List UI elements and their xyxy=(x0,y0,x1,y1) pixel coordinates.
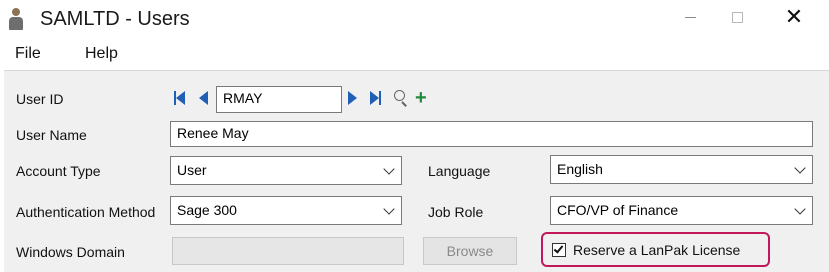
zoom-finder-icon[interactable] xyxy=(393,90,409,107)
user-id-field[interactable]: RMAY xyxy=(216,86,342,113)
title-bar: SAMLTD - Users ✕ xyxy=(0,0,829,38)
maximize-button[interactable] xyxy=(714,0,760,34)
menu-help[interactable]: Help xyxy=(85,45,118,63)
maximize-icon xyxy=(731,11,743,23)
browse-button: Browse xyxy=(423,237,517,265)
user-name-label: User Name xyxy=(16,127,87,143)
auth-method-label: Authentication Method xyxy=(16,204,156,220)
account-type-value: User xyxy=(177,162,207,178)
auth-method-select[interactable]: Sage 300 xyxy=(170,196,402,225)
chevron-down-icon xyxy=(383,203,395,215)
chevron-down-icon xyxy=(794,203,806,215)
language-select[interactable]: English xyxy=(550,155,813,184)
previous-record-icon[interactable] xyxy=(199,91,208,105)
chevron-down-icon xyxy=(794,162,806,174)
user-id-label: User ID xyxy=(16,91,64,107)
windows-domain-field xyxy=(172,237,404,265)
account-type-select[interactable]: User xyxy=(170,156,402,185)
reserve-license-checkbox[interactable] xyxy=(552,243,566,257)
language-label: Language xyxy=(428,163,491,179)
chevron-down-icon xyxy=(383,163,395,175)
job-role-select[interactable]: CFO/VP of Finance xyxy=(550,196,813,225)
checkmark-icon xyxy=(553,243,564,254)
next-record-icon[interactable] xyxy=(348,91,357,105)
account-type-label: Account Type xyxy=(16,163,101,179)
add-new-icon[interactable]: + xyxy=(415,88,427,108)
menu-file[interactable]: File xyxy=(15,45,41,63)
minimize-button[interactable] xyxy=(667,0,713,34)
language-value: English xyxy=(557,161,603,177)
user-name-field[interactable]: Renee May xyxy=(170,121,813,147)
minimize-icon xyxy=(684,16,696,18)
auth-method-value: Sage 300 xyxy=(177,202,237,218)
last-record-icon[interactable] xyxy=(370,91,381,105)
job-role-label: Job Role xyxy=(428,204,484,220)
menu-bar: File Help xyxy=(0,40,829,68)
reserve-license-label[interactable]: Reserve a LanPak License xyxy=(573,242,740,258)
windows-domain-label: Windows Domain xyxy=(16,244,125,260)
user-app-icon xyxy=(9,8,23,32)
close-icon: ✕ xyxy=(784,4,804,29)
close-button[interactable]: ✕ xyxy=(771,0,817,34)
job-role-value: CFO/VP of Finance xyxy=(557,202,679,218)
window-title: SAMLTD - Users xyxy=(40,8,190,30)
first-record-icon[interactable] xyxy=(174,91,185,105)
